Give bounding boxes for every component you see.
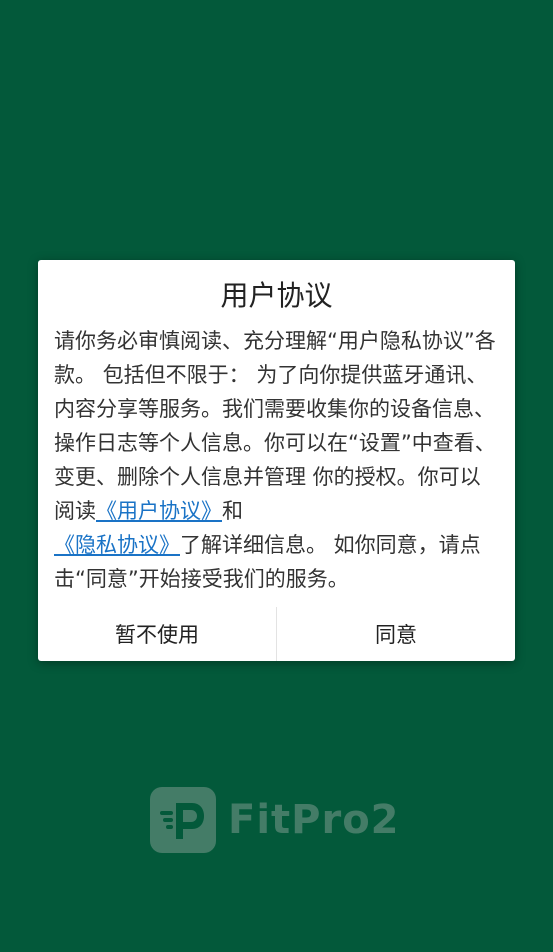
body-text-part1: 请你务必审慎阅读、充分理解“用户隐私协议”各款。 包括但不限于： 为了向你提供蓝…	[54, 329, 496, 523]
logo-wordmark: FitPro2	[228, 797, 400, 843]
agree-button[interactable]: 同意	[277, 607, 515, 661]
dialog-body-text: 请你务必审慎阅读、充分理解“用户隐私协议”各款。 包括但不限于： 为了向你提供蓝…	[54, 324, 500, 596]
privacy-policy-link[interactable]: 《隐私协议》	[54, 533, 180, 557]
fitpro-logo-icon	[150, 787, 216, 853]
app-logo: FitPro2	[150, 787, 410, 853]
body-text-and: 和	[222, 499, 243, 523]
dialog-title: 用户协议	[220, 279, 333, 312]
user-agreement-link[interactable]: 《用户协议》	[96, 499, 222, 523]
user-agreement-dialog: 用户协议 请你务必审慎阅读、充分理解“用户隐私协议”各款。 包括但不限于： 为了…	[38, 260, 515, 661]
dialog-actions: 暂不使用 同意	[38, 607, 515, 661]
decline-button[interactable]: 暂不使用	[38, 607, 276, 661]
